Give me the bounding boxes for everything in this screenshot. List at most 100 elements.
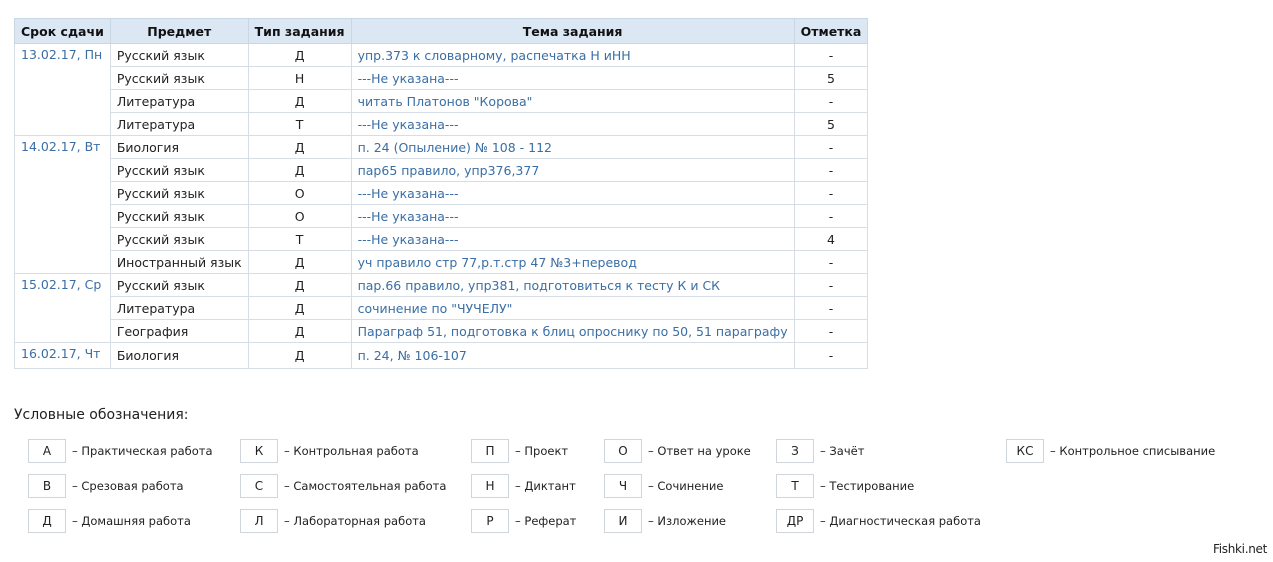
task-topic-link[interactable]: п. 24 (Опыление) № 108 - 112 [350,135,795,159]
legend-title: Условные обозначения: [14,407,189,423]
task-type-cell: О [247,181,352,205]
mark-cell: - [793,250,869,274]
legend-item: КС – Контрольное списывание [1006,439,1215,463]
column-header-task-topic[interactable]: Тема задания [350,18,795,44]
table-row: Литература Т ---Не указана--- 5 [15,112,869,136]
task-type-cell: Т [247,112,352,136]
table-row: Русский язык О ---Не указана--- - [15,181,869,205]
subject-cell: Биология [109,135,249,159]
legend-label: – Сочинение [648,479,724,493]
task-topic-link[interactable]: Параграф 51, подготовка к блиц опроснику… [350,319,795,343]
table-row: 14.02.17, Вт Биология Дп. 24 (Опыление) № … [14,135,869,274]
task-topic-link[interactable]: ---Не указана--- [350,227,795,251]
legend-code-box: З [776,439,814,463]
legend-label: – Диагностическая работа [820,514,981,528]
table-row: 13.02.17, Пн Русский язык Дупр.373 к слова… [14,43,869,136]
subject-cell: Русский язык [109,227,249,251]
legend-item: К – Контрольная работа [240,439,419,463]
legend-item: Ч – Сочинение [604,474,723,498]
legend-item: О – Ответ на уроке [604,439,751,463]
legend-code-box: С [240,474,278,498]
task-topic-link[interactable]: п. 24, № 106-107 [350,342,795,369]
mark-cell: - [793,342,869,369]
task-topic-link[interactable]: ---Не указана--- [350,66,795,90]
task-type-cell: Т [247,227,352,251]
legend-code-box: Д [28,509,66,533]
due-date-cell[interactable]: 16.02.17, Чт [14,342,111,369]
column-header-task-type[interactable]: Тип задания [247,18,352,44]
column-header-mark[interactable]: Отметка [793,18,869,44]
due-date-cell[interactable]: 13.02.17, Пн [14,43,111,136]
table-row: География Д Параграф 51, подготовка к блиц… [15,319,869,343]
task-type-cell: Д [247,43,352,67]
mark-cell: - [793,204,869,228]
subject-cell: Литература [109,112,249,136]
legend-label: – Ответ на уроке [648,444,751,458]
mark-cell: 4 [793,227,869,251]
task-topic-link[interactable]: уч правило стр 77,р.т.стр 47 №3+перевод [350,250,795,274]
legend-item: П – Проект [471,439,568,463]
task-topic-link[interactable]: пар.66 правило, упр381, подготовиться к … [350,273,795,297]
mark-cell: - [793,181,869,205]
column-header-due-date[interactable]: Срок сдачи [14,18,111,44]
due-date-cell[interactable]: 15.02.17, Ср [14,273,111,343]
subject-cell: Русский язык [109,181,249,205]
task-type-cell: Д [247,296,352,320]
legend-code-box: В [28,474,66,498]
task-type-cell: Д [247,250,352,274]
legend-item: И – Изложение [604,509,726,533]
legend-label: – Проект [515,444,569,458]
task-type-cell: Д [247,89,352,113]
due-date-cell[interactable]: 14.02.17, Вт [14,135,111,274]
legend-label: – Реферат [515,514,577,528]
task-type-cell: Д [247,342,352,369]
task-topic-link[interactable]: упр.373 к словарному, распечатка Н иНН [350,43,795,67]
legend-item: Д – Домашняя работа [28,509,191,533]
table-row: 15.02.17, Ср Русский язык Дпар.66 правило,… [14,273,869,343]
table-row: 16.02.17, Чт Биология Дп. 24, № 106-107- [14,342,869,369]
task-topic-link[interactable]: ---Не указана--- [350,112,795,136]
table-row: Литература Дсочинение по "ЧУЧЕЛУ" - [15,296,869,320]
task-topic-link[interactable]: сочинение по "ЧУЧЕЛУ" [350,296,795,320]
legend-item: З – Зачёт [776,439,864,463]
mark-cell: - [793,273,869,297]
legend-item: Т – Тестирование [776,474,914,498]
subject-cell: Литература [109,296,249,320]
watermark: Fishki.net [1212,542,1267,556]
task-topic-link[interactable]: пар65 правило, упр376,377 [350,158,795,182]
task-topic-link[interactable]: ---Не указана--- [350,181,795,205]
legend-label: – Контрольное списывание [1050,444,1216,458]
legend-label: – Диктант [515,479,576,493]
legend-code-box: К [240,439,278,463]
task-topic-link[interactable]: читать Платонов "Корова" [350,89,795,113]
mark-cell: - [793,319,869,343]
legend-code-box: О [604,439,642,463]
mark-cell: - [793,135,869,159]
table-row: Русский язык Т ---Не указана--- 4 [15,227,869,251]
task-type-cell: Д [247,158,352,182]
mark-cell: - [793,296,869,320]
table-row: Русский язык Н ---Не указана--- 5 [15,66,869,90]
legend-label: – Изложение [648,514,727,528]
subject-cell: Иностранный язык [109,250,249,274]
table-header-row: Срок сдачи Предмет Тип задания Тема зада… [14,18,869,44]
legend-code-box: Л [240,509,278,533]
subject-cell: Русский язык [109,158,249,182]
legend-code-box: ДР [776,509,814,533]
legend-label: – Контрольная работа [284,444,419,458]
legend-item: Р – Реферат [471,509,576,533]
legend-label: – Домашняя работа [72,514,191,528]
subject-cell: Русский язык [109,204,249,228]
task-type-cell: Д [247,135,352,159]
legend-code-box: Р [471,509,509,533]
homework-table: Срок сдачи Предмет Тип задания Тема зада… [14,18,869,369]
task-type-cell: Д [247,319,352,343]
column-header-subject[interactable]: Предмет [109,18,249,44]
legend-label: – Лабораторная работа [284,514,426,528]
task-topic-link[interactable]: ---Не указана--- [350,204,795,228]
legend-item: ДР – Диагностическая работа [776,509,981,533]
legend-label: – Срезовая работа [72,479,184,493]
subject-cell: Русский язык [109,66,249,90]
subject-cell: Литература [109,89,249,113]
mark-cell: - [793,43,869,67]
